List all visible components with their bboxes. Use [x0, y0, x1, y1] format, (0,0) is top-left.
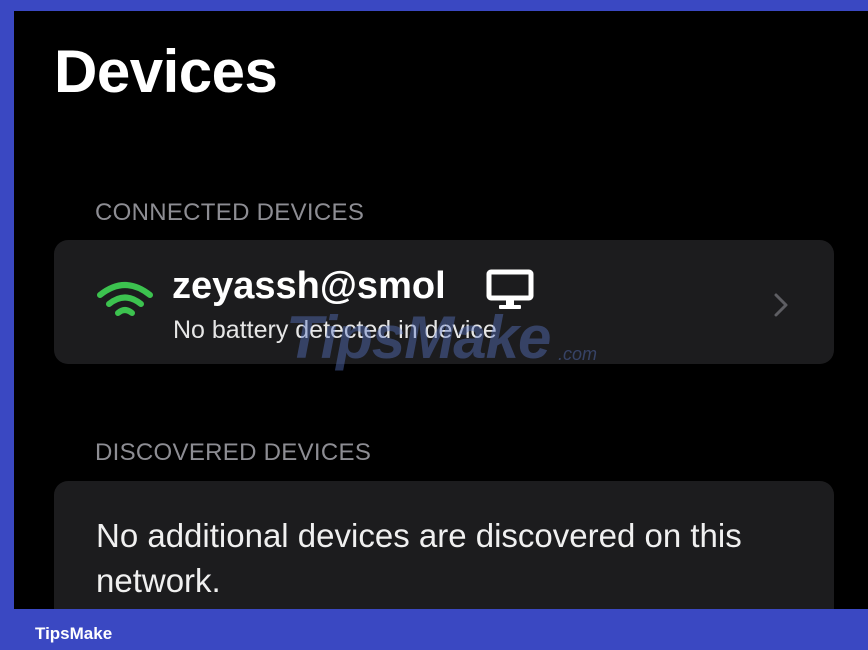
chevron-right-icon[interactable]: [772, 291, 790, 319]
devices-screen: Devices CONNECTED DEVICES zeyassh@smol N…: [14, 11, 868, 609]
wifi-icon: [97, 282, 153, 316]
monitor-icon: [486, 269, 534, 309]
discovered-devices-header: DISCOVERED DEVICES: [95, 439, 372, 466]
device-name: zeyassh@smol: [172, 265, 446, 307]
footer-brand: TipsMake: [35, 624, 113, 643]
no-devices-message: No additional devices are discovered on …: [96, 517, 742, 599]
device-battery-status: No battery detected in device: [173, 316, 497, 344]
image-frame: Devices CONNECTED DEVICES zeyassh@smol N…: [0, 0, 868, 650]
page-title: Devices: [54, 38, 278, 105]
connected-devices-header: CONNECTED DEVICES: [95, 199, 365, 226]
